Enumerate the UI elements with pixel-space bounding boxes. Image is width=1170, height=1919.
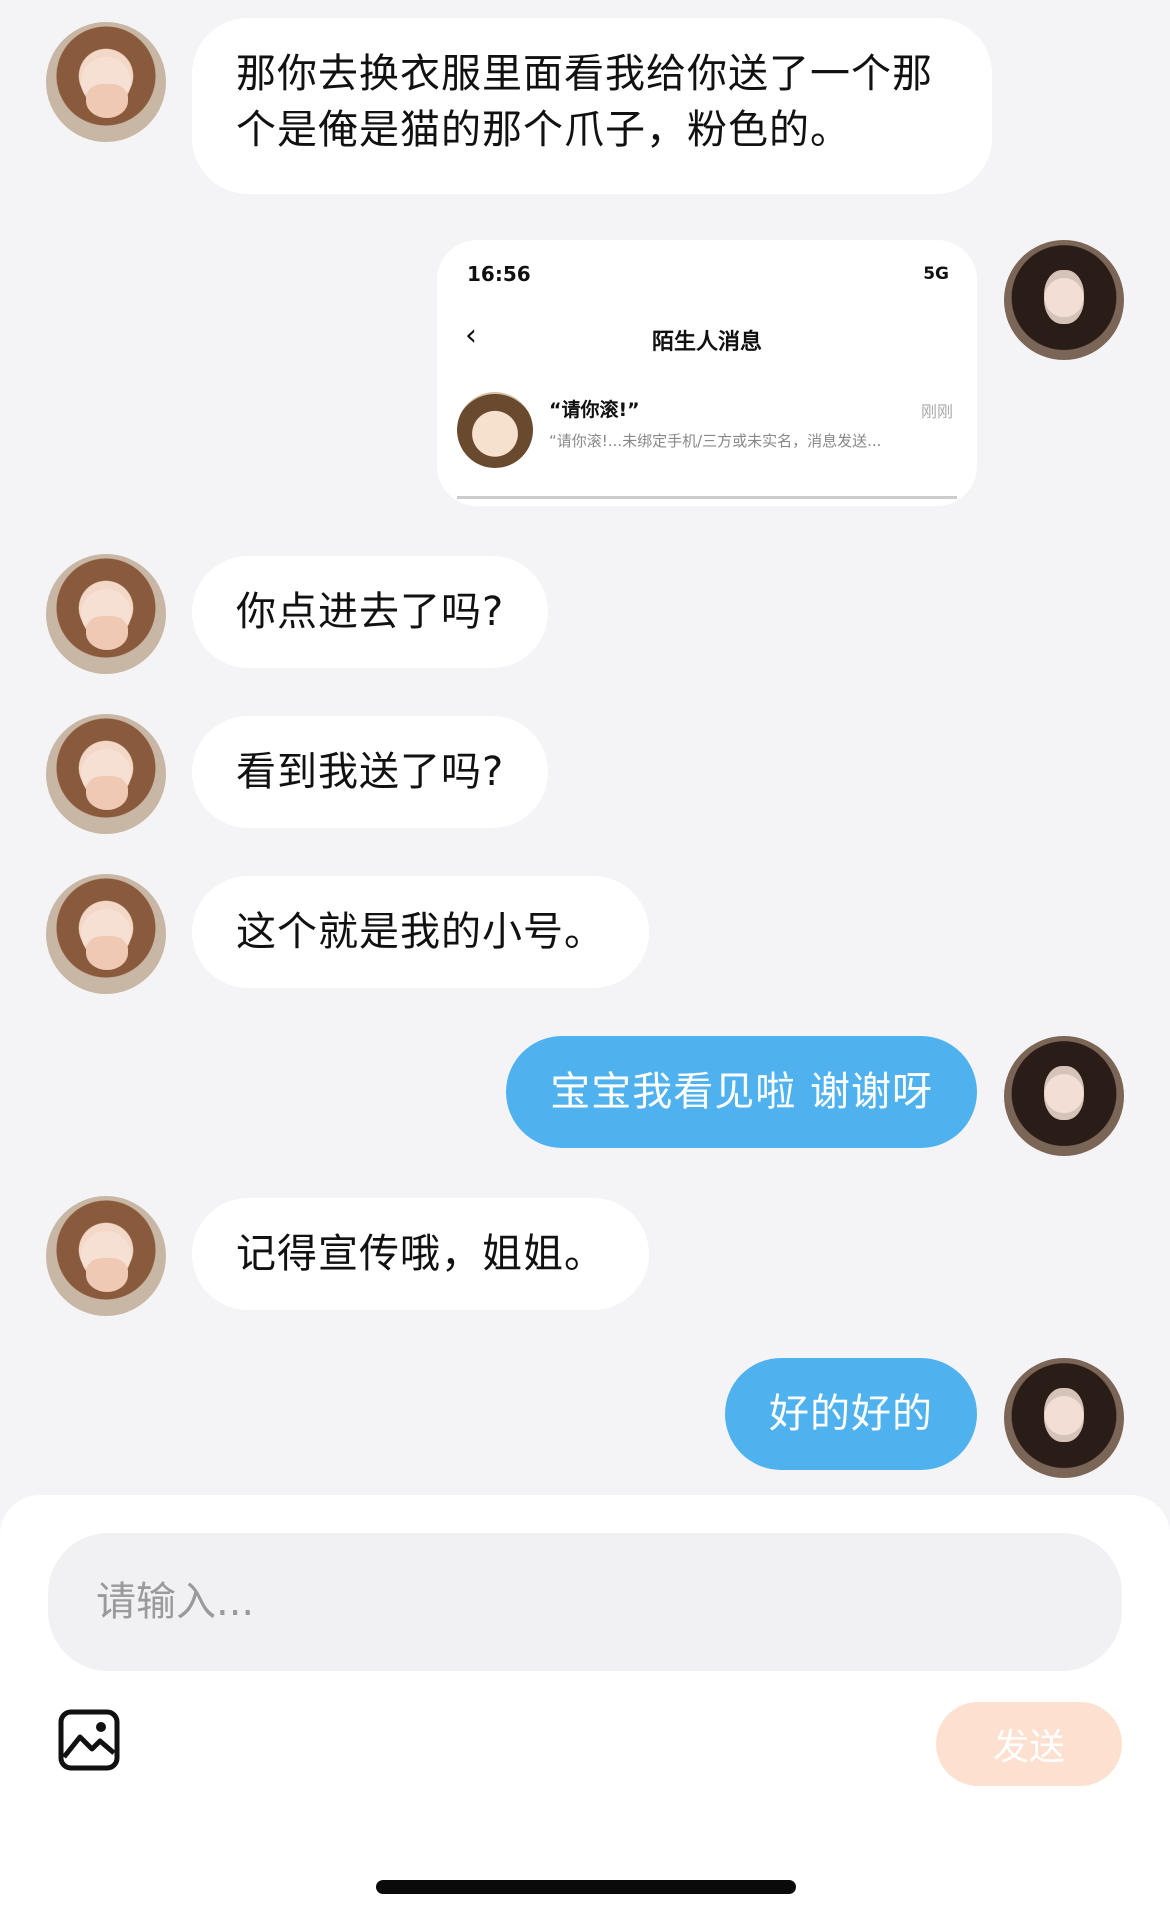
- avatar-hand: [86, 936, 128, 970]
- avatar[interactable]: [46, 714, 166, 834]
- avatar: [457, 392, 533, 468]
- composer: 发送: [0, 1495, 1170, 1919]
- avatar[interactable]: [1004, 1358, 1124, 1478]
- message-input[interactable]: [48, 1533, 1122, 1671]
- avatar[interactable]: [1004, 240, 1124, 360]
- avatar[interactable]: [46, 554, 166, 674]
- message-bubble-sent: 宝宝我看见啦 谢谢呀: [506, 1036, 977, 1148]
- message-bubble-received: 那你去换衣服里面看我给你送了一个那个是俺是猫的那个爪子，粉色的。: [192, 18, 992, 194]
- avatar[interactable]: [46, 1196, 166, 1316]
- screenshot-time: 16:56: [467, 262, 531, 286]
- home-indicator: [376, 1880, 796, 1894]
- message-bubble-received: 看到我送了吗?: [192, 716, 549, 828]
- message-bubble-sent: 好的好的: [725, 1358, 977, 1470]
- message-bubble-received: 这个就是我的小号。: [192, 876, 649, 988]
- avatar-face: [1044, 1388, 1084, 1442]
- avatar-hand: [86, 1258, 128, 1292]
- avatar[interactable]: [1004, 1036, 1124, 1156]
- message-bubble-received: 你点进去了吗?: [192, 556, 549, 668]
- message-bubble-received: 记得宣传哦，姐姐。: [192, 1198, 649, 1310]
- avatar-hand: [86, 776, 128, 810]
- avatar-face: [1044, 1066, 1084, 1120]
- avatar-hand: [86, 616, 128, 650]
- send-button[interactable]: 发送: [936, 1702, 1122, 1786]
- avatar[interactable]: [46, 874, 166, 994]
- avatar[interactable]: [46, 22, 166, 142]
- screenshot-status: 5G: [923, 264, 949, 284]
- avatar-hand: [86, 84, 128, 118]
- screenshot-contact-time: 刚刚: [920, 402, 953, 421]
- avatar-face: [1044, 270, 1084, 324]
- screenshot-contact-name: “请你滚!”: [549, 399, 640, 421]
- divider: [457, 496, 957, 506]
- image-message-screenshot[interactable]: 16:56 5G ‹ 陌生人消息 “请你滚!” 刚刚 “请你滚!...未绑定手机…: [437, 240, 977, 506]
- screenshot-contact-preview: “请你滚!...未绑定手机/三方或未实名，消息发送...: [549, 432, 882, 450]
- screenshot-title: 陌生人消息: [651, 330, 762, 355]
- image-icon[interactable]: [56, 1707, 122, 1773]
